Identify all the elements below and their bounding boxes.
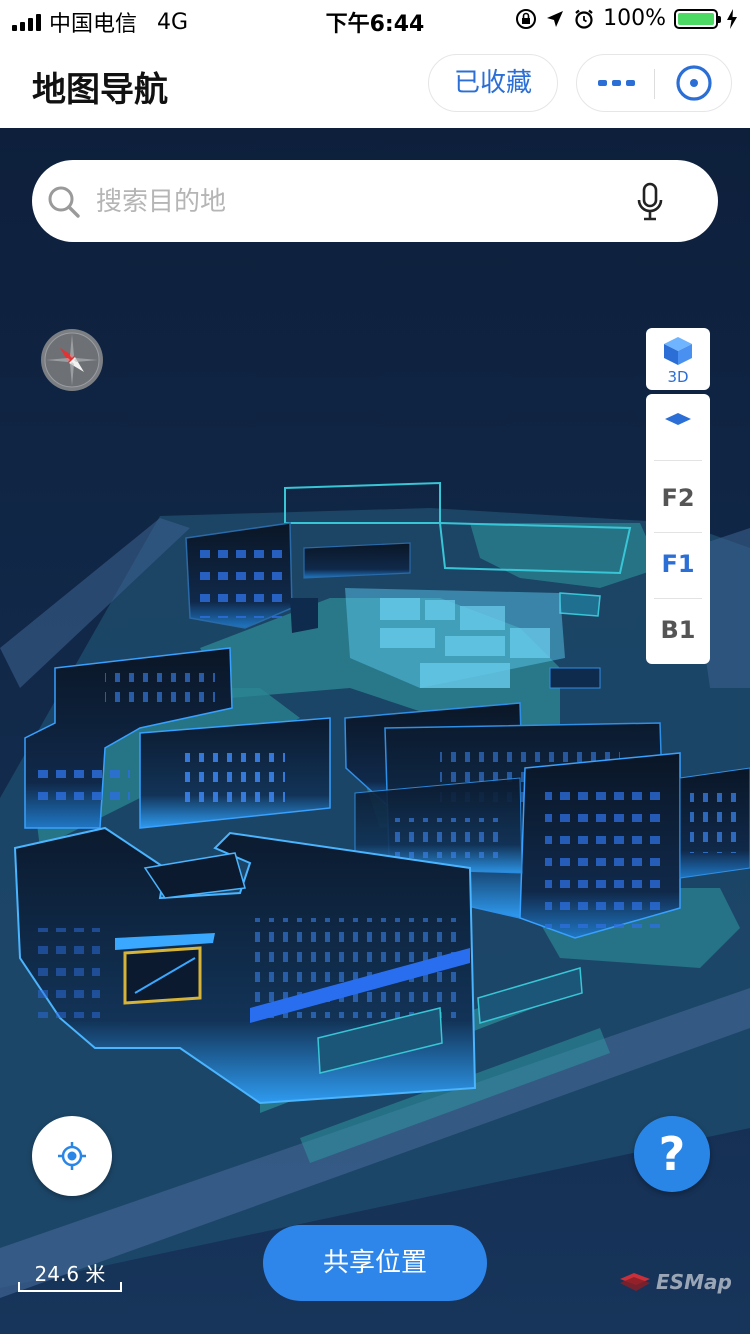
layer-toggle-icon <box>665 413 691 425</box>
status-right: 100% <box>515 6 738 31</box>
signal-icon <box>12 13 41 31</box>
more-menu-icon[interactable] <box>577 55 655 111</box>
battery-icon <box>674 8 721 29</box>
esmap-logo: ESMap <box>618 1270 732 1294</box>
compass-icon[interactable] <box>40 328 104 392</box>
floor-f1[interactable]: F1 <box>652 534 704 594</box>
share-location-button[interactable]: 共享位置 <box>263 1225 487 1301</box>
status-left: 中国电信 4G <box>12 6 188 38</box>
search-input[interactable] <box>94 176 618 228</box>
floor-f2[interactable]: F2 <box>652 468 704 528</box>
rotation-lock-icon <box>516 8 537 29</box>
view-3d-label: 3D <box>667 368 689 386</box>
scale-bar <box>18 1282 122 1292</box>
close-miniprogram-icon[interactable] <box>655 55 733 111</box>
battery-percent: 100% <box>603 6 666 31</box>
map-scale: 24.6 米 <box>18 1258 122 1294</box>
microphone-icon[interactable] <box>636 182 664 222</box>
help-button[interactable]: ? <box>634 1116 710 1192</box>
status-time: 下午6:44 <box>325 12 425 37</box>
alarm-icon <box>575 9 593 29</box>
floor-selector: F2 F1 B1 <box>646 394 710 664</box>
esmap-logo-icon <box>620 1273 650 1291</box>
view-3d-button[interactable]: 3D <box>646 328 710 390</box>
crosshair-icon <box>58 1142 86 1170</box>
miniprogram-capsule <box>576 54 732 112</box>
carrier-label: 中国电信 <box>49 12 138 37</box>
nav-header: 地图导航 已收藏 <box>0 40 750 128</box>
cube-icon <box>664 337 692 365</box>
status-bar: 中国电信 4G 下午6:44 100% <box>0 0 750 40</box>
network-label: 4G <box>157 9 189 35</box>
location-arrow-icon <box>547 10 564 27</box>
floor-b1[interactable]: B1 <box>652 600 704 660</box>
search-icon <box>48 186 80 218</box>
map-view[interactable]: 3D F2 F1 B1 ? 共享位置 24.6 米 <box>0 128 750 1334</box>
charging-bolt-icon <box>727 8 737 29</box>
locate-me-button[interactable] <box>32 1116 112 1196</box>
esmap-logo-text: ESMap <box>656 1270 732 1294</box>
floor-collapse-toggle[interactable] <box>646 412 710 442</box>
favorite-button[interactable]: 已收藏 <box>428 54 558 112</box>
page-title: 地图导航 <box>32 70 168 110</box>
search-bar[interactable] <box>32 160 718 242</box>
